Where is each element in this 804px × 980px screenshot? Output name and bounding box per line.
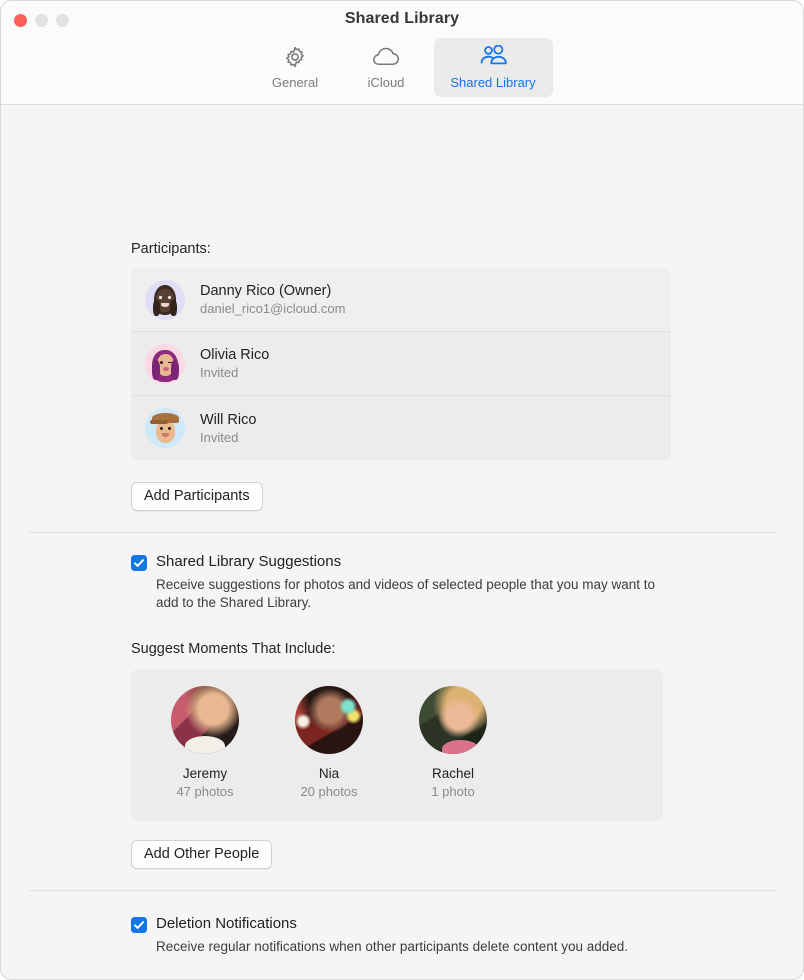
list-item[interactable]: Jeremy 47 photos bbox=[157, 686, 253, 799]
shared-library-suggestions-label: Shared Library Suggestions bbox=[156, 553, 342, 570]
deletion-notifications-label: Deletion Notifications bbox=[156, 915, 297, 932]
person-photo-count: 47 photos bbox=[176, 784, 234, 799]
avatar bbox=[145, 408, 185, 448]
add-participants-button[interactable]: Add Participants bbox=[131, 482, 263, 511]
table-row[interactable]: Will Rico Invited bbox=[131, 396, 671, 460]
participant-name: Olivia Rico bbox=[200, 347, 270, 363]
tab-shared-library-label: Shared Library bbox=[450, 75, 536, 90]
deletion-notifications-row: Deletion Notifications Receive regular n… bbox=[131, 915, 628, 956]
participant-name: Danny Rico (Owner) bbox=[200, 283, 332, 299]
avatar bbox=[145, 279, 185, 320]
list-item[interactable]: Nia 20 photos bbox=[281, 686, 377, 799]
tab-general-label: General bbox=[271, 75, 319, 90]
people-icon bbox=[478, 44, 508, 70]
participant-detail: Invited bbox=[200, 429, 239, 445]
table-row[interactable]: Danny Rico (Owner) daniel_rico1@icloud.c… bbox=[131, 268, 671, 332]
divider bbox=[29, 890, 777, 891]
participant-detail: Invited bbox=[200, 365, 239, 380]
gear-icon bbox=[283, 44, 307, 70]
participants-list: Danny Rico (Owner) daniel_rico1@icloud.c… bbox=[131, 268, 671, 460]
person-photo-rachel bbox=[419, 686, 487, 754]
person-name: Rachel bbox=[431, 766, 475, 781]
shared-library-suggestions-checkbox[interactable] bbox=[131, 555, 147, 571]
person-photo-jeremy bbox=[171, 686, 239, 754]
avatar bbox=[145, 343, 185, 384]
person-photo-count: 20 photos bbox=[300, 784, 358, 799]
deletion-notifications-checkbox[interactable] bbox=[131, 917, 147, 933]
person-photo-nia bbox=[295, 686, 363, 754]
suggest-moments-label: Suggest Moments That Include: bbox=[131, 641, 336, 657]
toolbar-tabs: General iCloud Shared Library bbox=[1, 38, 803, 97]
deletion-notifications-description: Receive regular notifications when other… bbox=[156, 939, 629, 954]
participant-detail: daniel_rico1@icloud.com bbox=[200, 301, 346, 316]
tab-icloud-label: iCloud bbox=[367, 75, 405, 90]
shared-library-suggestions-description: Receive suggestions for photos and video… bbox=[156, 577, 656, 610]
person-photo-count: 1 photo bbox=[431, 784, 475, 799]
suggested-people-card: Jeremy 47 photos Nia 20 photos Rachel 1 … bbox=[131, 669, 663, 821]
title-bar: Shared Library General iCloud Shared Lib… bbox=[1, 1, 803, 105]
participant-name: Will Rico bbox=[200, 411, 257, 428]
preferences-window: Shared Library General iCloud Shared Lib… bbox=[0, 0, 804, 980]
cloud-icon bbox=[371, 44, 401, 70]
person-name: Jeremy bbox=[182, 766, 228, 781]
list-item[interactable]: Rachel 1 photo bbox=[405, 686, 501, 799]
participants-label: Participants: bbox=[131, 241, 211, 257]
divider bbox=[29, 532, 777, 533]
person-name: Nia bbox=[318, 766, 340, 781]
tab-general[interactable]: General bbox=[252, 38, 339, 97]
shared-library-suggestions-row: Shared Library Suggestions Receive sugge… bbox=[131, 553, 681, 612]
window-title: Shared Library bbox=[344, 10, 460, 27]
tab-icloud[interactable]: iCloud bbox=[343, 38, 430, 97]
table-row[interactable]: Olivia Rico Invited bbox=[131, 332, 671, 396]
add-other-people-button[interactable]: Add Other People bbox=[131, 840, 273, 869]
tab-shared-library[interactable]: Shared Library bbox=[433, 38, 553, 97]
